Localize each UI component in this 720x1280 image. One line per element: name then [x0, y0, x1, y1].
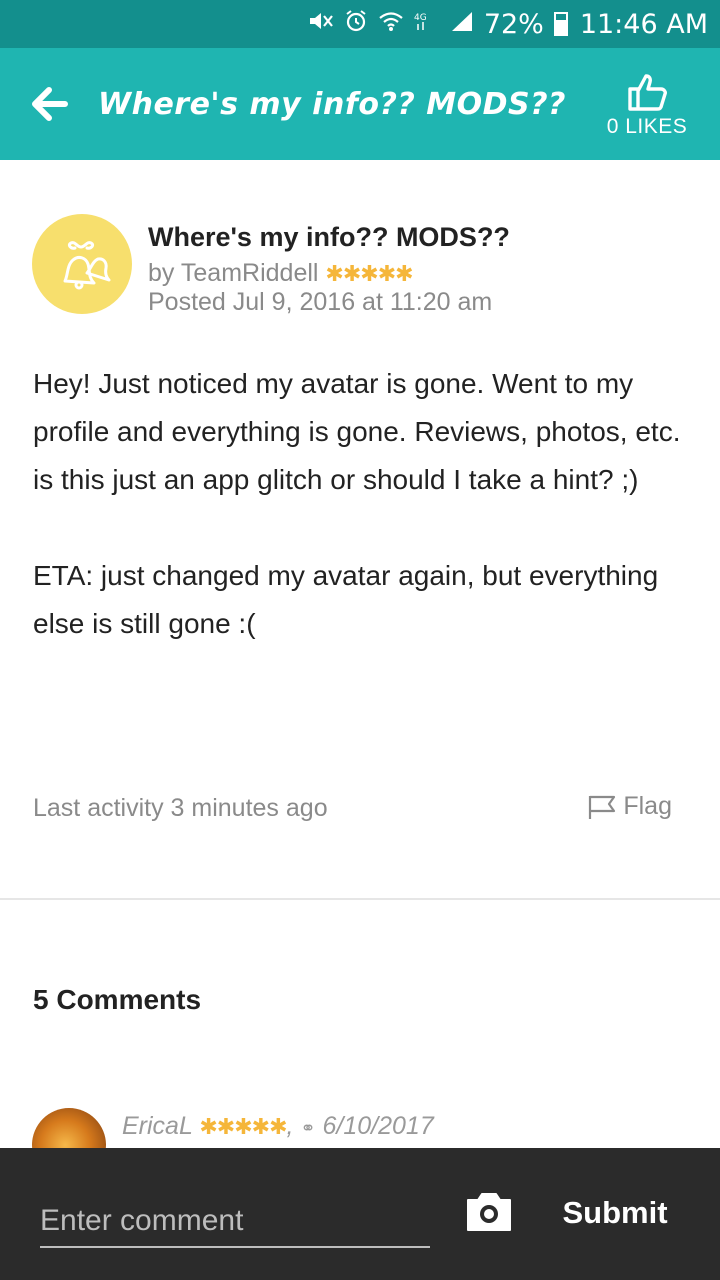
signal-icon [450, 10, 474, 38]
clock: 11:46 AM [579, 8, 708, 40]
post-date: Posted Jul 9, 2016 at 11:20 am [148, 288, 493, 316]
comment-date: 6/10/2017 [322, 1112, 434, 1140]
likes-count: 0 LIKES [606, 115, 688, 138]
back-button[interactable] [0, 48, 98, 160]
last-activity: Last activity 3 minutes ago [33, 794, 328, 822]
battery-icon [553, 12, 568, 36]
ring-icon: ⚭ [300, 1118, 316, 1138]
svg-text:4G: 4G [414, 13, 427, 23]
mute-icon [308, 10, 334, 38]
divider [0, 898, 720, 900]
author-link[interactable]: TeamRiddell [181, 259, 319, 287]
alarm-icon [344, 9, 368, 39]
wifi-icon [378, 10, 404, 38]
battery-percent: 72% [483, 8, 544, 40]
author-rating-stars: ✱✱✱✱✱ [325, 261, 413, 286]
thumbs-up-icon [628, 74, 667, 111]
author-avatar[interactable] [32, 214, 132, 314]
comments-heading: 5 Comments [33, 984, 202, 1015]
back-arrow-icon [32, 87, 68, 121]
comment-meta: EricaL ✱✱✱✱✱, ⚭ 6/10/2017 [122, 1112, 434, 1141]
status-icons: 4G [308, 9, 474, 39]
page-title: Where's my info?? MODS?? [98, 86, 566, 122]
camera-icon [467, 1193, 511, 1231]
flag-icon [589, 795, 616, 819]
comment-separator: , [286, 1112, 294, 1140]
post-author-line: by TeamRiddell ✱✱✱✱✱ [148, 259, 414, 288]
status-bar: 4G 72% 11:46 AM [0, 0, 720, 48]
post-paragraph: ETA: just changed my avatar again, but e… [33, 560, 659, 639]
submit-button[interactable]: Submit [540, 1188, 690, 1238]
post-body: Hey! Just noticed my avatar is gone. Wen… [33, 360, 693, 648]
comment-rating-stars: ✱✱✱✱✱ [199, 1114, 287, 1139]
post-paragraph: Hey! Just noticed my avatar is gone. Wen… [33, 368, 681, 495]
app-bar: Where's my info?? MODS?? 0 LIKES [0, 48, 720, 160]
flag-label: Flag [623, 792, 672, 820]
comment-author[interactable]: EricaL [122, 1112, 192, 1140]
camera-button[interactable] [464, 1190, 514, 1234]
bells-icon [63, 241, 111, 290]
post-title: Where's my info?? MODS?? [148, 222, 510, 252]
comment-input[interactable] [40, 1196, 430, 1248]
like-button[interactable]: 0 LIKES [582, 69, 712, 139]
flag-button[interactable]: Flag [587, 792, 672, 821]
author-prefix: by [148, 259, 175, 287]
lte-icon: 4G [414, 10, 440, 38]
